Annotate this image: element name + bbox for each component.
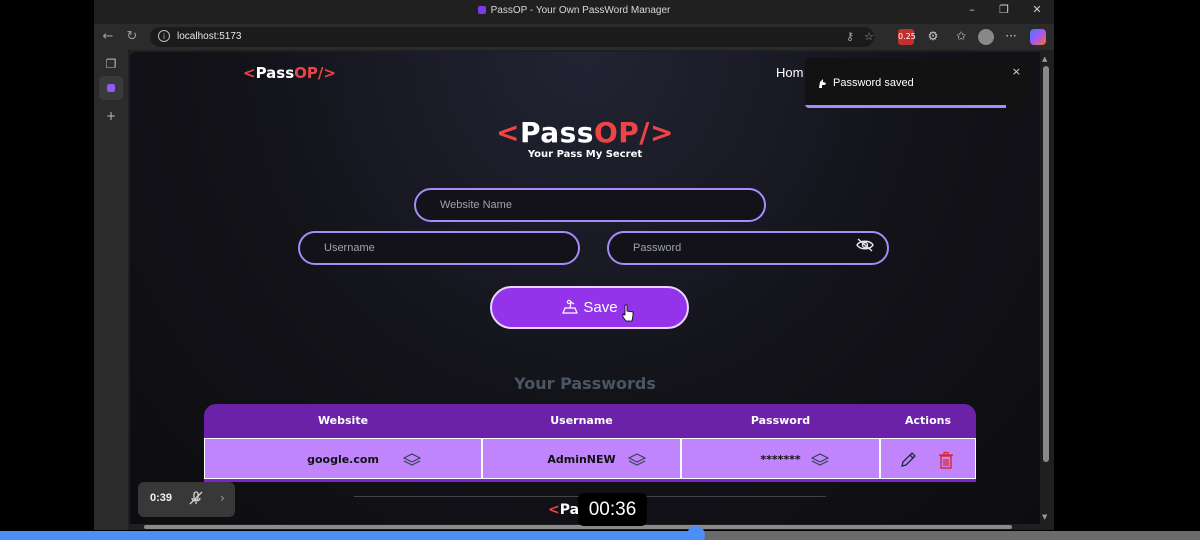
close-window-button[interactable]: ✕ bbox=[1027, 3, 1047, 16]
hero-logo-bracket: < bbox=[496, 116, 520, 149]
page-viewport: <PassOP/> Hom <PassOP/> Your Pass My Sec… bbox=[130, 52, 1040, 524]
table-header: Website Username Password Actions bbox=[204, 404, 976, 438]
header-website: Website bbox=[317, 414, 369, 427]
save-icon bbox=[562, 299, 579, 314]
title-bar: PassOP - Your Own PassWord Manager – ❐ ✕ bbox=[94, 0, 1054, 24]
chevron-right-icon[interactable]: › bbox=[220, 491, 225, 505]
website-value: google.com bbox=[307, 453, 379, 466]
header-username: Username bbox=[550, 414, 613, 427]
scroll-up-icon[interactable]: ▲ bbox=[1042, 55, 1047, 63]
key-icon[interactable]: ⚷ bbox=[846, 30, 854, 43]
url-text: localhost:5173 bbox=[177, 31, 242, 42]
refresh-icon[interactable]: ↻ bbox=[124, 29, 140, 44]
unicorn-icon bbox=[819, 79, 826, 88]
copy-icon[interactable] bbox=[628, 452, 646, 468]
video-mini-controls: 0:39 › bbox=[138, 482, 235, 517]
extension-badge-icon[interactable]: 0.25 bbox=[898, 29, 916, 45]
active-tab-icon[interactable] bbox=[99, 76, 123, 100]
cell-username: AdminNEW bbox=[482, 438, 681, 479]
hand-cursor-icon bbox=[622, 304, 634, 322]
section-title: Your Passwords bbox=[514, 374, 656, 393]
hero-logo-op: OP/> bbox=[593, 116, 674, 149]
save-button[interactable]: Save bbox=[490, 286, 689, 329]
copilot-icon[interactable] bbox=[1030, 29, 1046, 45]
save-label: Save bbox=[583, 299, 618, 316]
logo-pass: Pass bbox=[255, 64, 295, 82]
extensions-icon[interactable]: ⚙ bbox=[924, 29, 942, 43]
profile-avatar[interactable] bbox=[978, 29, 994, 45]
maximize-button[interactable]: ❐ bbox=[994, 3, 1014, 16]
video-progress-bar[interactable] bbox=[0, 526, 1200, 540]
eye-slash-icon[interactable] bbox=[856, 238, 874, 252]
toast-notification: Password saved × bbox=[805, 58, 1028, 108]
new-tab-icon[interactable]: + bbox=[99, 104, 123, 128]
minimize-button[interactable]: – bbox=[962, 3, 982, 16]
password-value: ******* bbox=[760, 453, 801, 466]
cell-website: google.com bbox=[204, 438, 482, 479]
logo-op: OP/> bbox=[294, 64, 336, 82]
more-menu-icon[interactable]: ··· bbox=[1002, 29, 1020, 43]
website-name-input[interactable] bbox=[414, 188, 766, 222]
mic-muted-icon[interactable] bbox=[188, 490, 204, 506]
cell-actions bbox=[880, 438, 976, 479]
favorites-icon[interactable]: ✩ bbox=[952, 29, 970, 43]
copy-icon[interactable] bbox=[403, 452, 421, 468]
edit-icon[interactable] bbox=[899, 451, 917, 469]
nav-home-link[interactable]: Hom bbox=[776, 65, 803, 80]
scroll-down-icon[interactable]: ▼ bbox=[1042, 513, 1047, 521]
favorite-star-icon[interactable]: ☆ bbox=[864, 30, 874, 43]
toast-progress-bar bbox=[805, 105, 1006, 108]
footer-logo-bracket: < bbox=[548, 502, 560, 518]
username-input[interactable] bbox=[298, 231, 580, 265]
hero-logo-pass: Pass bbox=[519, 116, 594, 149]
browser-window: PassOP - Your Own PassWord Manager – ❐ ✕… bbox=[94, 0, 1054, 530]
footer-logo: <Pa bbox=[548, 502, 579, 518]
table-row: google.com AdminNEW ******* bbox=[204, 438, 976, 482]
vertical-tab-sidebar: ❐ + bbox=[94, 50, 128, 530]
window-title-wrap: PassOP - Your Own PassWord Manager bbox=[94, 5, 1054, 16]
screen: PassOP - Your Own PassWord Manager – ❐ ✕… bbox=[0, 0, 1200, 540]
header-actions: Actions bbox=[905, 414, 951, 427]
delete-icon[interactable] bbox=[937, 451, 955, 469]
nav-logo[interactable]: <PassOP/> bbox=[243, 64, 336, 82]
video-timestamp: 00:36 bbox=[578, 493, 647, 526]
video-progress-fill bbox=[0, 531, 696, 540]
header-password: Password bbox=[750, 414, 811, 427]
logo-bracket: < bbox=[243, 64, 256, 82]
site-info-icon[interactable]: i bbox=[158, 30, 170, 42]
tagline: Your Pass My Secret bbox=[527, 149, 643, 160]
window-title: PassOP - Your Own PassWord Manager bbox=[490, 5, 671, 16]
footer-logo-text: Pa bbox=[559, 502, 580, 518]
back-icon[interactable]: ← bbox=[100, 29, 116, 44]
scroll-thumb[interactable] bbox=[1043, 66, 1049, 462]
username-value: AdminNEW bbox=[547, 453, 616, 466]
address-bar: ← ↻ i localhost:5173 ⚷ ☆ 0.25 ⚙ ✩ ··· bbox=[94, 24, 1054, 50]
hero-logo: <PassOP/> bbox=[130, 116, 1040, 149]
video-progress-knob[interactable] bbox=[687, 526, 705, 540]
password-input[interactable] bbox=[607, 231, 889, 265]
hscroll-thumb[interactable] bbox=[144, 525, 1012, 529]
copy-icon[interactable] bbox=[811, 452, 829, 468]
site-favicon-icon bbox=[477, 6, 486, 14]
toast-message: Password saved bbox=[833, 77, 914, 89]
video-elapsed: 0:39 bbox=[150, 492, 173, 504]
passwords-table: Website Username Password Actions google… bbox=[204, 404, 976, 482]
tab-actions-icon[interactable]: ❐ bbox=[99, 52, 123, 76]
vertical-scrollbar[interactable]: ▲ ▼ bbox=[1040, 52, 1052, 524]
url-field[interactable]: i localhost:5173 ⚷ ☆ bbox=[150, 27, 874, 47]
cell-password: ******* bbox=[681, 438, 880, 479]
toast-close-icon[interactable]: × bbox=[1012, 65, 1021, 78]
